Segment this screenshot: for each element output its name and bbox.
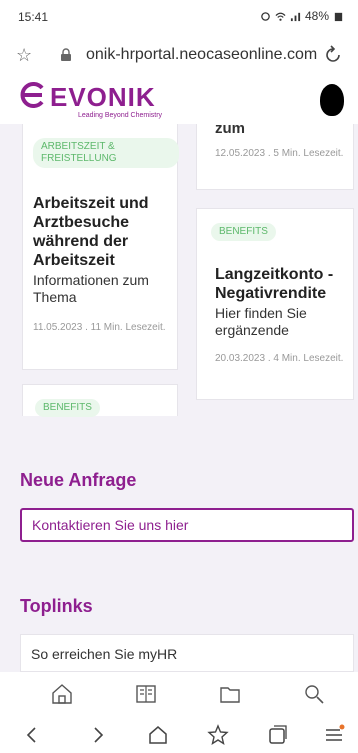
category-badge: BENEFITS xyxy=(35,399,100,417)
logo-tagline: Leading Beyond Chemistry xyxy=(78,112,163,119)
logo-text: EVONIK xyxy=(50,82,156,112)
status-icons: 48% xyxy=(260,9,344,23)
neue-anfrage-title: Neue Anfrage xyxy=(20,470,137,490)
user-avatar[interactable] xyxy=(320,84,344,116)
folder-icon[interactable] xyxy=(218,682,242,706)
search-icon[interactable] xyxy=(302,682,326,706)
lock-icon[interactable] xyxy=(60,48,72,62)
toplinks-title: Toplinks xyxy=(20,596,93,616)
status-bar: 15:41 48% xyxy=(0,0,358,34)
toplink-item[interactable]: So erreichen Sie myHR xyxy=(20,634,354,672)
browser-bottom-nav xyxy=(0,716,358,753)
url-text[interactable]: onik-hrportal.neocaseonline.com xyxy=(86,46,317,64)
article-meta: 20.03.2023 . 4 Min. Lesezeit. xyxy=(215,353,344,364)
article-meta: 11.05.2023 . 11 Min. Lesezeit. xyxy=(33,322,166,333)
tabs-icon[interactable] xyxy=(266,723,290,747)
article-meta: 12.05.2023 . 5 Min. Lesezeit. xyxy=(215,148,344,159)
reload-icon[interactable] xyxy=(322,44,344,66)
contact-button[interactable]: Kontaktieren Sie uns hier xyxy=(20,508,354,542)
site-header: EVONIK Leading Beyond Chemistry xyxy=(0,78,358,124)
battery-icon xyxy=(334,12,343,21)
book-icon[interactable] xyxy=(134,682,158,706)
article-card[interactable]: BENEFITS xyxy=(22,384,178,417)
evonik-mark-icon xyxy=(20,82,44,108)
article-card[interactable]: ARBEITSZEIT & FREISTELLUNG Arbeitszeit u… xyxy=(22,124,179,370)
alarm-icon xyxy=(261,11,270,21)
back-icon[interactable] xyxy=(20,723,44,747)
evonik-logo[interactable]: EVONIK Leading Beyond Chemistry xyxy=(16,82,162,119)
status-time: 15:41 xyxy=(18,10,49,24)
category-badge: ARBEITSZEIT & FREISTELLUNG xyxy=(33,138,179,168)
battery-percent: 48% xyxy=(304,9,329,23)
article-title: Arbeitszeit und Arztbesuche während der … xyxy=(33,195,149,269)
bookmark-star-icon[interactable]: ☆ xyxy=(16,45,36,65)
browser-address-bar: ☆ onik-hrportal.neocaseonline.com xyxy=(0,34,358,78)
bookmarks-icon[interactable] xyxy=(206,723,230,747)
signal-icon xyxy=(290,12,301,21)
forward-icon[interactable] xyxy=(86,723,110,747)
category-badge: BENEFITS xyxy=(211,223,276,241)
menu-icon[interactable] xyxy=(322,723,346,747)
article-card[interactable]: zum 12.05.2023 . 5 Min. Lesezeit. xyxy=(196,120,354,190)
page-toolbar xyxy=(0,672,358,716)
article-card[interactable]: BENEFITS Langzeitkonto - Negativrendite … xyxy=(196,208,354,400)
article-subtitle: Hier finden Sie ergänzende xyxy=(215,305,307,338)
wifi-icon xyxy=(275,12,286,21)
article-title: Langzeitkonto - Negativrendite xyxy=(215,266,334,302)
article-subtitle: Informationen zum Thema xyxy=(33,272,149,305)
home-icon[interactable] xyxy=(50,682,74,706)
article-title-fragment: zum xyxy=(215,120,245,137)
browser-home-icon[interactable] xyxy=(146,723,170,747)
